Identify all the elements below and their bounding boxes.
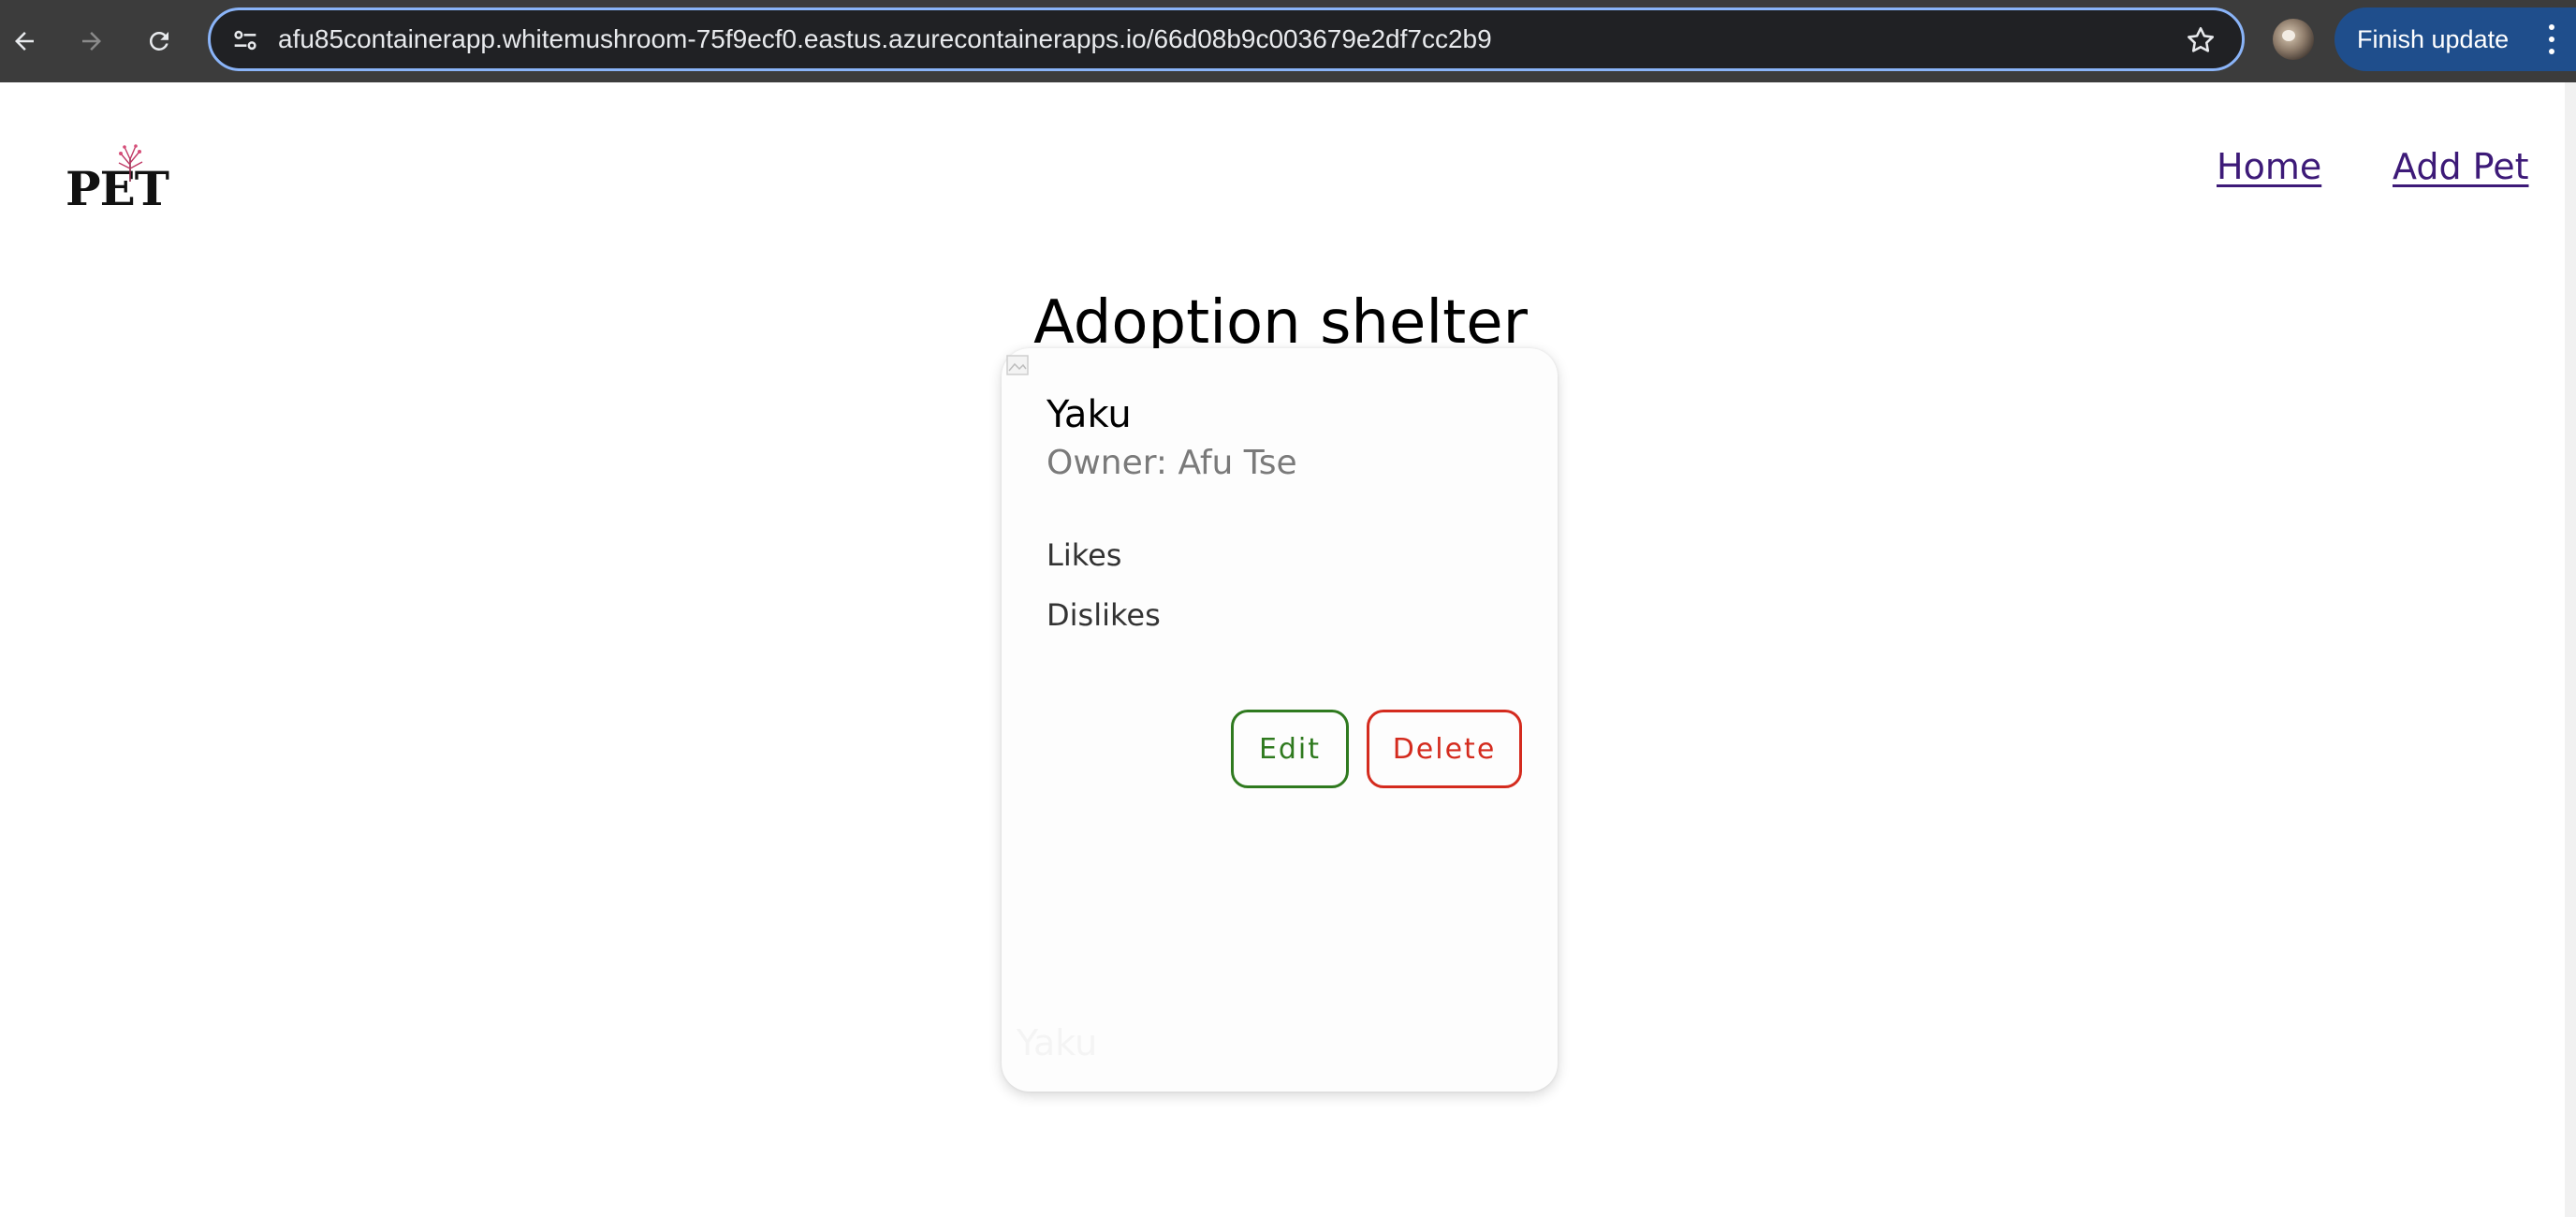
profile-avatar[interactable] bbox=[2273, 19, 2314, 60]
forward-button[interactable] bbox=[67, 17, 116, 66]
kebab-menu-icon[interactable] bbox=[2548, 24, 2555, 54]
logo[interactable]: PET bbox=[66, 144, 178, 219]
pet-owner: Owner: Afu Tse bbox=[1046, 444, 1297, 482]
finish-update-button[interactable]: Finish update bbox=[2334, 7, 2576, 71]
tune-icon[interactable] bbox=[229, 24, 261, 56]
back-button[interactable] bbox=[0, 17, 49, 66]
arrow-right-icon bbox=[78, 27, 106, 55]
address-bar[interactable]: afu85containerapp.whitemushroom-75f9ecf0… bbox=[208, 7, 2245, 71]
star-icon[interactable] bbox=[2184, 23, 2217, 57]
broken-image-icon bbox=[1005, 352, 1033, 380]
arrow-left-icon bbox=[10, 27, 38, 55]
reload-button[interactable] bbox=[135, 17, 183, 66]
url-text[interactable]: afu85containerapp.whitemushroom-75f9ecf0… bbox=[278, 10, 1492, 68]
reload-icon bbox=[145, 27, 173, 55]
nav-add-pet-link[interactable]: Add Pet bbox=[2393, 146, 2529, 187]
nav-home-link[interactable]: Home bbox=[2217, 146, 2321, 187]
page-title: Adoption shelter bbox=[1033, 288, 1528, 358]
finish-update-label: Finish update bbox=[2357, 25, 2510, 53]
edit-button[interactable]: Edit bbox=[1231, 710, 1349, 788]
pet-dislikes: Dislikes bbox=[1046, 597, 1161, 633]
delete-button[interactable]: Delete bbox=[1367, 710, 1522, 788]
browser-toolbar: afu85containerapp.whitemushroom-75f9ecf0… bbox=[0, 0, 2576, 82]
flower-sprig-icon bbox=[110, 144, 150, 187]
page-scrollbar[interactable] bbox=[2565, 82, 2576, 1217]
pet-likes: Likes bbox=[1046, 537, 1122, 573]
pet-name: Yaku bbox=[1046, 393, 1132, 436]
pet-image-alt-text: Yaku bbox=[1017, 1022, 1098, 1063]
